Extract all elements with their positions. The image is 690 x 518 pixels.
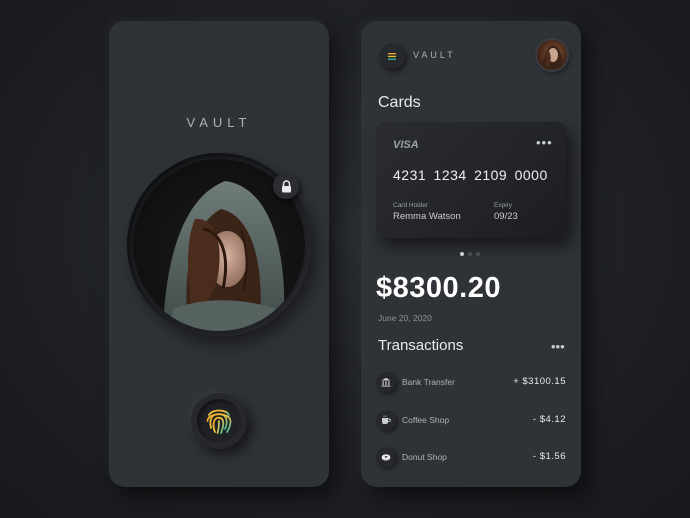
wallet-screen-panel: VAULT Cards VISA ••• 4231 1234 2109 0000… — [361, 21, 581, 487]
card-brand-logo: VISA — [393, 139, 419, 151]
card-options-button[interactable]: ••• — [536, 135, 553, 150]
transaction-name: Donut Shop — [402, 452, 447, 462]
transaction-name: Coffee Shop — [402, 415, 450, 425]
transaction-amount: + $3100.15 — [513, 376, 566, 387]
lock-icon — [281, 179, 291, 192]
transactions-heading: Transactions — [378, 337, 464, 354]
bank-icon — [376, 372, 396, 392]
transaction-name: Bank Transfer — [402, 377, 455, 387]
balance-amount: $8300.20 — [376, 272, 501, 304]
transaction-row[interactable]: Coffee Shop - $4.12 — [376, 410, 566, 430]
transaction-row[interactable]: Donut Shop - $1.56 — [376, 447, 566, 467]
fingerprint-icon — [206, 409, 232, 434]
cards-heading: Cards — [378, 94, 421, 111]
card-number: 4231 1234 2109 0000 — [393, 167, 548, 183]
card-carousel-indicator[interactable] — [460, 252, 480, 256]
transaction-amount: - $4.12 — [532, 414, 566, 425]
header-brand: VAULT — [413, 50, 456, 60]
fingerprint-button[interactable] — [191, 393, 247, 449]
coffee-icon — [376, 410, 396, 430]
card-holder-name: Remma Watson — [393, 211, 461, 222]
lock-screen-panel: VAULT — [109, 21, 329, 487]
app-title: VAULT — [186, 115, 252, 130]
transaction-row[interactable]: Bank Transfer + $3100.15 — [376, 372, 566, 392]
carousel-dot[interactable] — [468, 252, 472, 256]
donut-icon — [376, 447, 396, 467]
menu-button[interactable] — [379, 43, 405, 69]
card-holder-label: Card Holder — [393, 202, 429, 209]
transactions-options-button[interactable]: ••• — [551, 339, 565, 354]
carousel-dot[interactable] — [476, 252, 480, 256]
lock-button[interactable] — [273, 173, 299, 199]
transaction-amount: - $1.56 — [532, 451, 566, 462]
carousel-dot[interactable] — [460, 252, 464, 256]
menu-icon — [388, 52, 396, 60]
user-avatar[interactable] — [537, 40, 567, 70]
balance-date: June 20, 2020 — [378, 313, 432, 323]
card-expiry: 09/23 — [494, 211, 518, 222]
credit-card[interactable]: VISA ••• 4231 1234 2109 0000 Card Holder… — [376, 122, 566, 238]
card-expiry-label: Expiry — [494, 202, 513, 209]
